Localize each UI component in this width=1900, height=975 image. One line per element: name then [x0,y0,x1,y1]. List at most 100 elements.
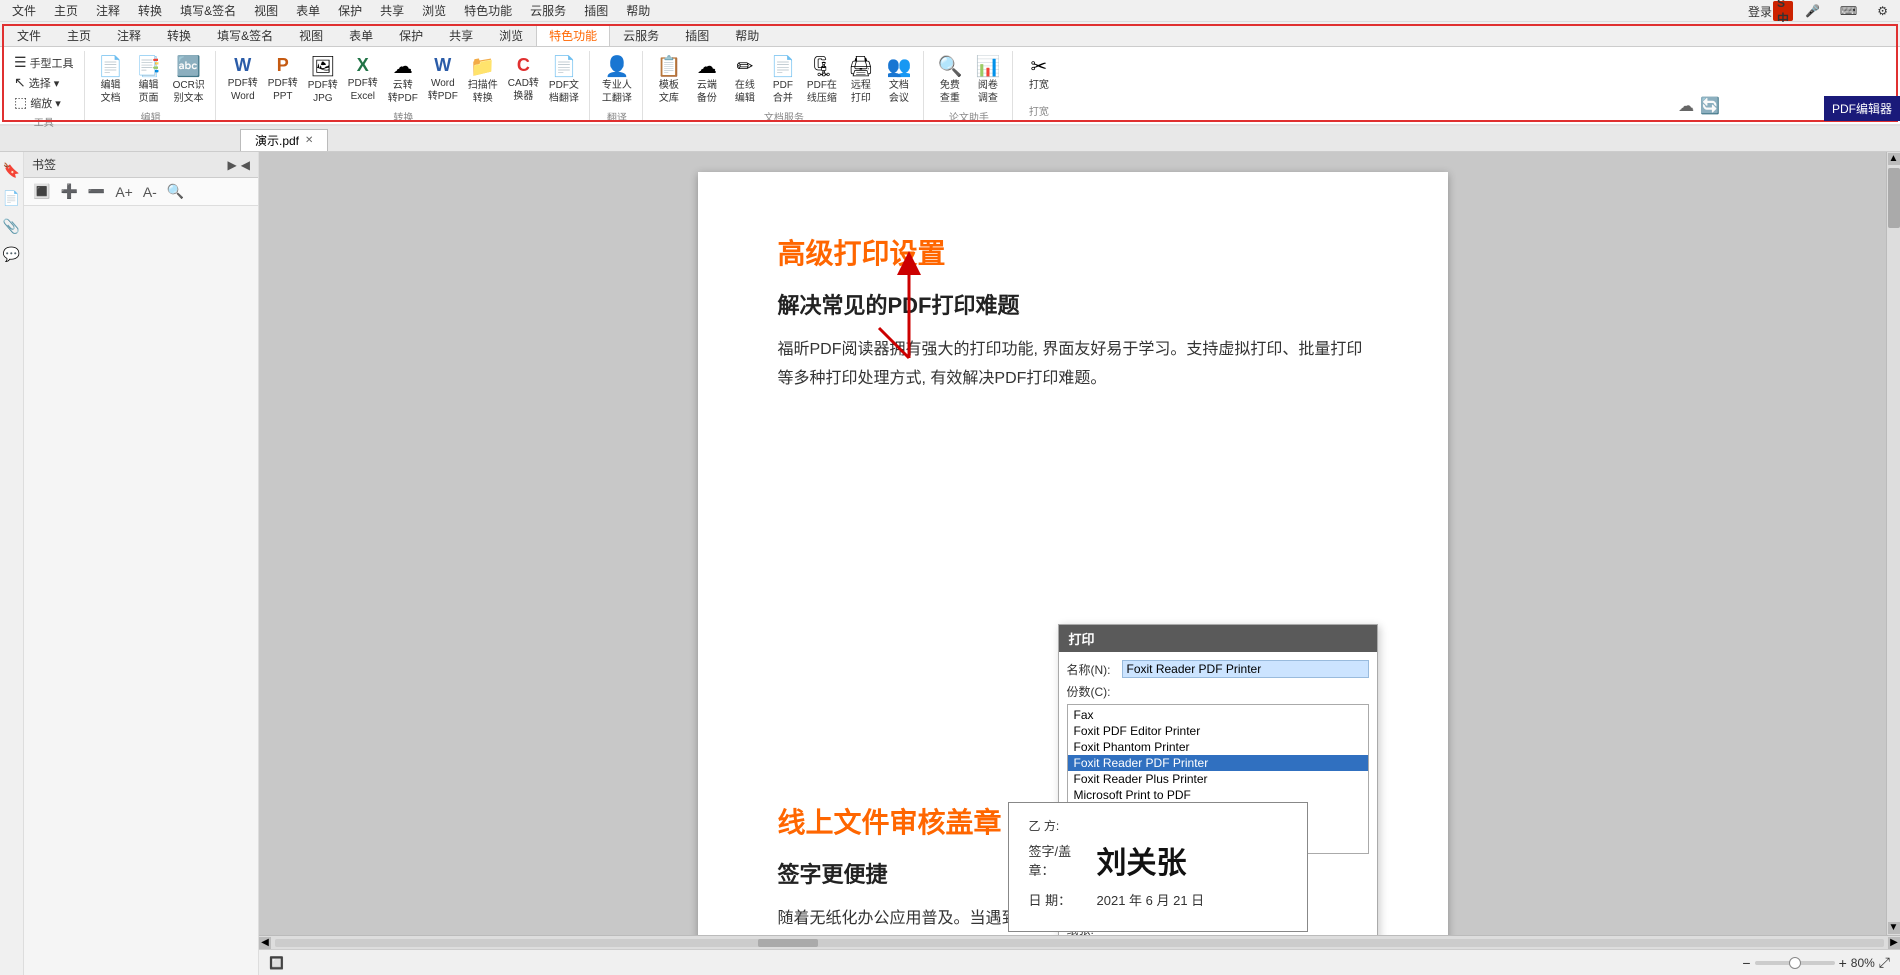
pdf-merge-btn[interactable]: 📄 PDF合并 [765,53,801,107]
scroll-thumb[interactable] [1888,168,1900,228]
tab-file[interactable]: 文件 [4,24,54,46]
doc-meeting-btn[interactable]: 👥 文档会议 [881,53,917,107]
tab-annotate[interactable]: 注释 [104,24,154,46]
pages-panel-btn[interactable]: 📄 [2,188,22,208]
remote-print-btn[interactable]: 🖨 远程打印 [843,53,879,107]
menu-share[interactable]: 共享 [372,0,412,21]
vertical-scrollbar[interactable]: ▲ ▼ [1886,152,1900,935]
pdf-to-excel-btn[interactable]: X PDF转Excel [344,53,382,105]
sogou-keyboard[interactable]: ⌨ [1832,2,1865,20]
sig-name: 刘关张 [1097,838,1187,882]
bookmark-font-dec-btn[interactable]: A- [140,183,160,201]
tab-convert[interactable]: 转换 [154,24,204,46]
scroll-left-btn[interactable]: ◀ [259,937,271,949]
tab-browse[interactable]: 浏览 [486,24,536,46]
scroll-right-btn[interactable]: ▶ [1888,937,1900,949]
zoom-slider[interactable] [1755,961,1835,965]
hand-tool-btn[interactable]: ☰ 手型工具 [10,53,78,72]
select-tool-btn[interactable]: ↖ 选择 ▾ [10,73,78,92]
menu-view[interactable]: 视图 [246,0,286,21]
bookmark-font-inc-btn[interactable]: A+ [112,183,136,201]
menu-annotate[interactable]: 注释 [88,0,128,21]
bookmark-search-btn[interactable]: 🔍 [164,182,187,201]
zoom-minus-btn[interactable]: − [1742,955,1750,971]
zoom-thumb[interactable] [1789,957,1801,969]
pdf-area[interactable]: 高级打印设置 解决常见的PDF打印难题 福昕PDF阅读器拥有强大的打印功能, 界… [259,152,1886,935]
scroll-up-btn[interactable]: ▲ [1888,153,1900,165]
bookmark-add2-btn[interactable]: ➕ [57,182,80,201]
print-wide-btn[interactable]: ✂ 打宽 [1021,53,1057,94]
cad-btn[interactable]: C CAD转换器 [504,53,543,105]
doc-tab-demo[interactable]: 演示.pdf ✕ [240,129,328,151]
sogou-settings[interactable]: ⚙ [1869,2,1896,20]
cloud-to-pdf-btn[interactable]: ☁ 云转转PDF [384,53,422,107]
menu-cloud[interactable]: 云服务 [522,0,574,21]
scan-convert-btn[interactable]: 📁 扫描件转换 [464,53,502,107]
tab-cloud[interactable]: 云服务 [610,24,672,46]
edit-doc-btn[interactable]: 📄 编辑文档 [93,53,129,107]
menu-special[interactable]: 特色功能 [456,0,520,21]
pdf-to-jpg-btn[interactable]: 🖼 PDF转JPG [304,53,342,107]
online-edit-btn[interactable]: ✏ 在线编辑 [727,53,763,107]
print-list-item-fax[interactable]: Fax [1068,707,1368,723]
menu-addon[interactable]: 插图 [576,0,616,21]
tab-share[interactable]: 共享 [436,24,486,46]
pdf-to-word-btn[interactable]: W PDF转Word [224,53,262,105]
edit-page-btn[interactable]: 📑 编辑页面 [131,53,167,107]
print-list-item-foxit-editor[interactable]: Foxit PDF Editor Printer [1068,723,1368,739]
pdf-compress-btn[interactable]: 🗜 PDF在线压缩 [803,53,841,107]
word-to-pdf-btn[interactable]: W Word转PDF [424,53,462,105]
horizontal-scrollbar[interactable]: ◀ ▶ [259,935,1900,949]
print-list-item-ms-pdf[interactable]: Microsoft Print to PDF [1068,787,1368,803]
scroll-down-btn[interactable]: ▼ [1888,922,1900,934]
tab-view[interactable]: 视图 [286,24,336,46]
menu-file[interactable]: 文件 [4,0,44,21]
zoom-expand-btn[interactable]: ⤢ [1879,954,1890,971]
check-dup-btn[interactable]: 🔍 免费查重 [932,53,968,107]
menu-browse[interactable]: 浏览 [414,0,454,21]
tab-protect[interactable]: 保护 [386,24,436,46]
sidebar-controls: ▶ ◀ [228,158,250,172]
menu-help[interactable]: 帮助 [618,0,658,21]
zoom-tool-btn[interactable]: ⬚ 缩放 ▾ [10,93,78,112]
pro-translate-btn[interactable]: 👤 专业人工翻译 [598,53,636,107]
cloud-backup-btn[interactable]: ☁ 云端备份 [689,53,725,107]
print-list-item-foxit-plus[interactable]: Foxit Reader Plus Printer [1068,771,1368,787]
menu-home[interactable]: 主页 [46,0,86,21]
pdf-to-ppt-btn[interactable]: P PDF转PPT [264,53,302,105]
template-lib-btn[interactable]: 📋 模板文库 [651,53,687,107]
tab-fill-sign[interactable]: 填写&签名 [204,24,286,46]
doc-tab-close[interactable]: ✕ [305,135,313,146]
bookmark-remove-btn[interactable]: ➖ [85,182,108,201]
tab-form[interactable]: 表单 [336,24,386,46]
tab-help[interactable]: 帮助 [722,24,772,46]
h-scroll-thumb[interactable] [758,939,818,947]
comments-panel-btn[interactable]: 💬 [2,244,22,264]
sidebar-expand-btn[interactable]: ▶ [228,158,237,172]
pdf-translate-btn[interactable]: 📄 PDF文档翻译 [545,53,583,107]
bookmark-panel-btn[interactable]: 🔖 [2,160,22,180]
sidebar-collapse-btn[interactable]: ◀ [241,158,250,172]
tab-addon[interactable]: 插图 [672,24,722,46]
bookmark-add-btn[interactable]: 🔳 [30,182,53,201]
print-name-input[interactable] [1122,660,1369,678]
cloud-sync-icon[interactable]: ☁ [1678,96,1694,116]
check-dup-label: 免费查重 [940,79,960,105]
print-dialog-title: 打印 [1059,625,1377,652]
print-list-item-foxit-phantom[interactable]: Foxit Phantom Printer [1068,739,1368,755]
print-list-item-foxit-reader[interactable]: Foxit Reader PDF Printer [1068,755,1368,771]
menu-convert[interactable]: 转换 [130,0,170,21]
menu-fill-sign[interactable]: 填写&签名 [172,0,244,21]
attachments-panel-btn[interactable]: 📎 [2,216,22,236]
ocr-btn[interactable]: 🔤 OCR识别文本 [169,53,209,107]
ribbon-convert-items: W PDF转Word P PDF转PPT 🖼 PDF转JPG X PDF转Exc… [224,53,583,107]
sogou-mic[interactable]: 🎤 [1797,2,1828,20]
menu-protect[interactable]: 保护 [330,0,370,21]
tab-home[interactable]: 主页 [54,24,104,46]
zoom-plus-btn[interactable]: + [1839,955,1847,971]
menu-form[interactable]: 表单 [288,0,328,21]
survey-btn[interactable]: 📊 阅卷调查 [970,53,1006,107]
top-right-icons: ☁ 🔄 [1678,96,1720,116]
tab-special[interactable]: 特色功能 [536,24,610,46]
sync-icon[interactable]: 🔄 [1700,96,1720,116]
